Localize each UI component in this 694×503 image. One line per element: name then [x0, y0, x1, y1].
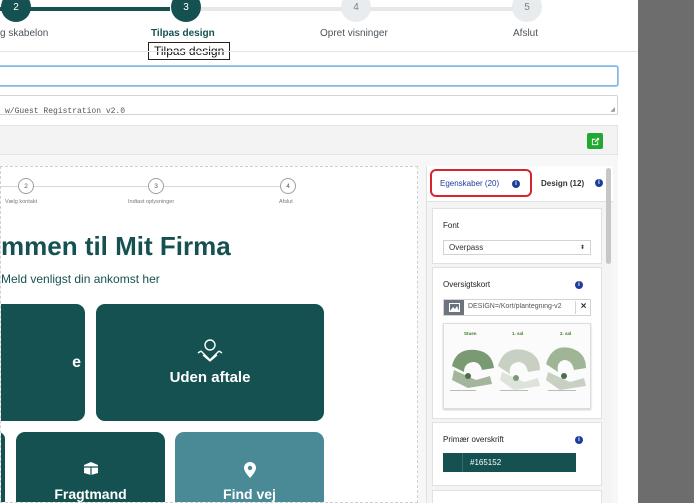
floor-plan-drawing	[452, 347, 586, 390]
tile-courier[interactable]: Fragtmand	[16, 432, 165, 502]
map-legend	[450, 390, 476, 400]
preview-step-number: 3	[154, 182, 158, 190]
panel-scrollbar[interactable]	[606, 168, 611, 264]
font-title: Font	[443, 221, 460, 230]
open-external-button[interactable]	[587, 133, 603, 149]
wizard-step-4-label[interactable]: Opret visninger	[320, 28, 388, 39]
map-thumbnail[interactable]: Stuen 1. sal 2. sal	[443, 323, 591, 409]
info-icon[interactable]: i	[575, 436, 583, 444]
image-icon	[444, 300, 464, 315]
preview-step-label: Afslut	[279, 199, 293, 205]
preview-step-number: 2	[24, 182, 28, 190]
wizard-step-3-label[interactable]: Tilpas design	[151, 28, 215, 39]
kiosk-preview: 2 Vælg kontakt 3 Indtast oplysninger 4 A…	[0, 166, 418, 503]
name-input[interactable]	[0, 66, 618, 86]
wizard-step-5-circle[interactable]: 5	[512, 0, 542, 22]
map-legend	[548, 390, 576, 404]
tile-label: e	[72, 353, 81, 371]
clear-file-icon[interactable]: ×	[575, 301, 591, 314]
preview-subheading: Meld venligst din ankomst her	[1, 272, 160, 286]
editor-toolbar	[0, 125, 618, 155]
info-icon[interactable]: i	[512, 180, 520, 188]
preview-step-number: 4	[286, 182, 290, 190]
wizard-step-5-label[interactable]: Afslut	[513, 28, 538, 39]
info-icon[interactable]: i	[575, 281, 583, 289]
resize-handle-icon[interactable]: ◢	[610, 106, 615, 113]
preview-step-circle: 3	[148, 178, 164, 194]
map-file-value: DESIGN=/Kort/plantegning-v2	[468, 303, 562, 310]
wizard-step-3-circle[interactable]: 3	[171, 0, 201, 22]
map-legend	[500, 390, 528, 400]
description-textarea[interactable]: w/Guest Registration v2.0 ◢	[0, 95, 618, 116]
preview-progress-line	[1, 186, 287, 187]
wizard-step-number: 4	[353, 1, 359, 13]
description-value: w/Guest Registration v2.0	[5, 107, 126, 116]
preview-step-circle: 4	[280, 178, 296, 194]
wizard-step-2-label[interactable]: g skabelon	[0, 28, 48, 39]
font-select-value: Overpass	[449, 243, 484, 252]
person-in-box-icon	[197, 339, 223, 362]
color-swatch	[443, 453, 463, 472]
overview-map-card: Oversigtskort i DESIGN=/Kort/plantegning…	[432, 267, 602, 419]
color-value: #165152	[470, 458, 502, 467]
wizard-step-number: 3	[183, 1, 189, 13]
preview-step-circle: 2	[18, 178, 34, 194]
wizard-step-2-circle[interactable]: 2	[1, 0, 31, 22]
preview-heading: mmen til Mit Firma	[1, 231, 231, 261]
wizard-step-number: 2	[13, 1, 19, 13]
map-pin-icon	[243, 462, 256, 478]
properties-panel: Egenskaber (20) i Design (12) i Font Ove…	[426, 166, 613, 503]
select-caret-icon: ⬍	[579, 245, 585, 251]
tile-label: Find vej	[223, 486, 276, 502]
tab-properties[interactable]: Egenskaber (20) i	[430, 169, 532, 197]
tab-properties-label: Egenskaber (20)	[440, 179, 500, 188]
next-card	[432, 490, 602, 503]
screenshot: 2 g skabelon 3 Tilpas design 4 Opret vis…	[0, 0, 694, 503]
color-picker[interactable]: #165152	[443, 453, 576, 472]
preview-step-label: Vælg kontakt	[5, 199, 38, 205]
map-file-field[interactable]: DESIGN=/Kort/plantegning-v2 ×	[443, 299, 591, 316]
modal-backdrop	[638, 0, 694, 503]
overview-map-title: Oversigtskort	[443, 280, 491, 289]
tab-design[interactable]: Design (12)	[541, 179, 584, 188]
font-select[interactable]: Overpass ⬍	[443, 240, 591, 255]
info-icon[interactable]: i	[595, 179, 603, 187]
tile-label: Uden aftale	[169, 369, 251, 386]
external-link-icon	[591, 137, 599, 145]
name-input-value	[0, 72, 3, 82]
divider	[0, 51, 638, 52]
wizard-step-4-circle[interactable]: 4	[341, 0, 371, 22]
tile-partial[interactable]	[1, 432, 5, 502]
tile-label: Fragtmand	[54, 486, 127, 502]
font-card: Font Overpass ⬍	[432, 208, 602, 264]
package-icon	[83, 462, 98, 475]
primary-heading-card: Primær overskrift i #165152	[432, 422, 602, 486]
preview-step-label: Indtast oplysninger	[128, 199, 175, 205]
wizard-step-number: 5	[524, 1, 530, 13]
tile-with-appointment[interactable]: e	[1, 304, 85, 421]
tile-find-way[interactable]: Find vej	[175, 432, 324, 502]
primary-heading-title: Primær overskrift	[443, 435, 504, 444]
tile-without-appointment[interactable]: Uden aftale	[96, 304, 324, 421]
